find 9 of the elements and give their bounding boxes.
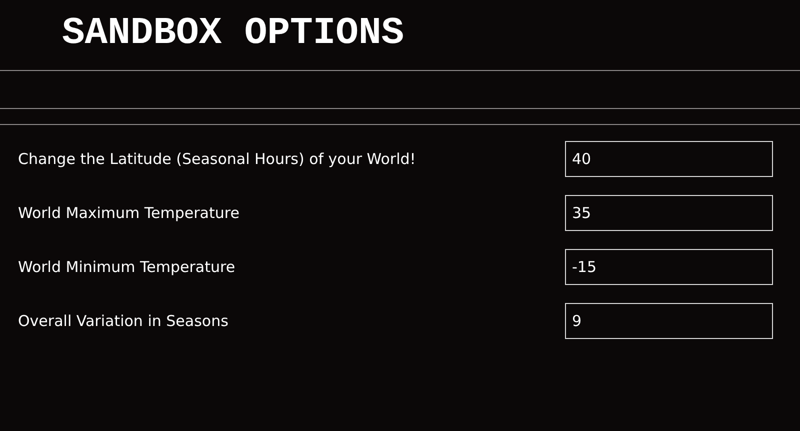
page-title: SANDBOX OPTIONS bbox=[61, 11, 406, 57]
option-label: World Maximum Temperature bbox=[18, 204, 240, 222]
input-field[interactable]: 40 bbox=[565, 141, 773, 177]
option-label: Overall Variation in Seasons bbox=[18, 312, 228, 330]
input-field[interactable]: 9 bbox=[565, 303, 773, 339]
input-field[interactable]: 35 bbox=[565, 195, 773, 231]
input-field[interactable]: -15 bbox=[565, 249, 773, 285]
option-label: Change the Latitude (Seasonal Hours) of your World! bbox=[18, 150, 416, 168]
option-label: World Minimum Temperature bbox=[18, 258, 236, 276]
